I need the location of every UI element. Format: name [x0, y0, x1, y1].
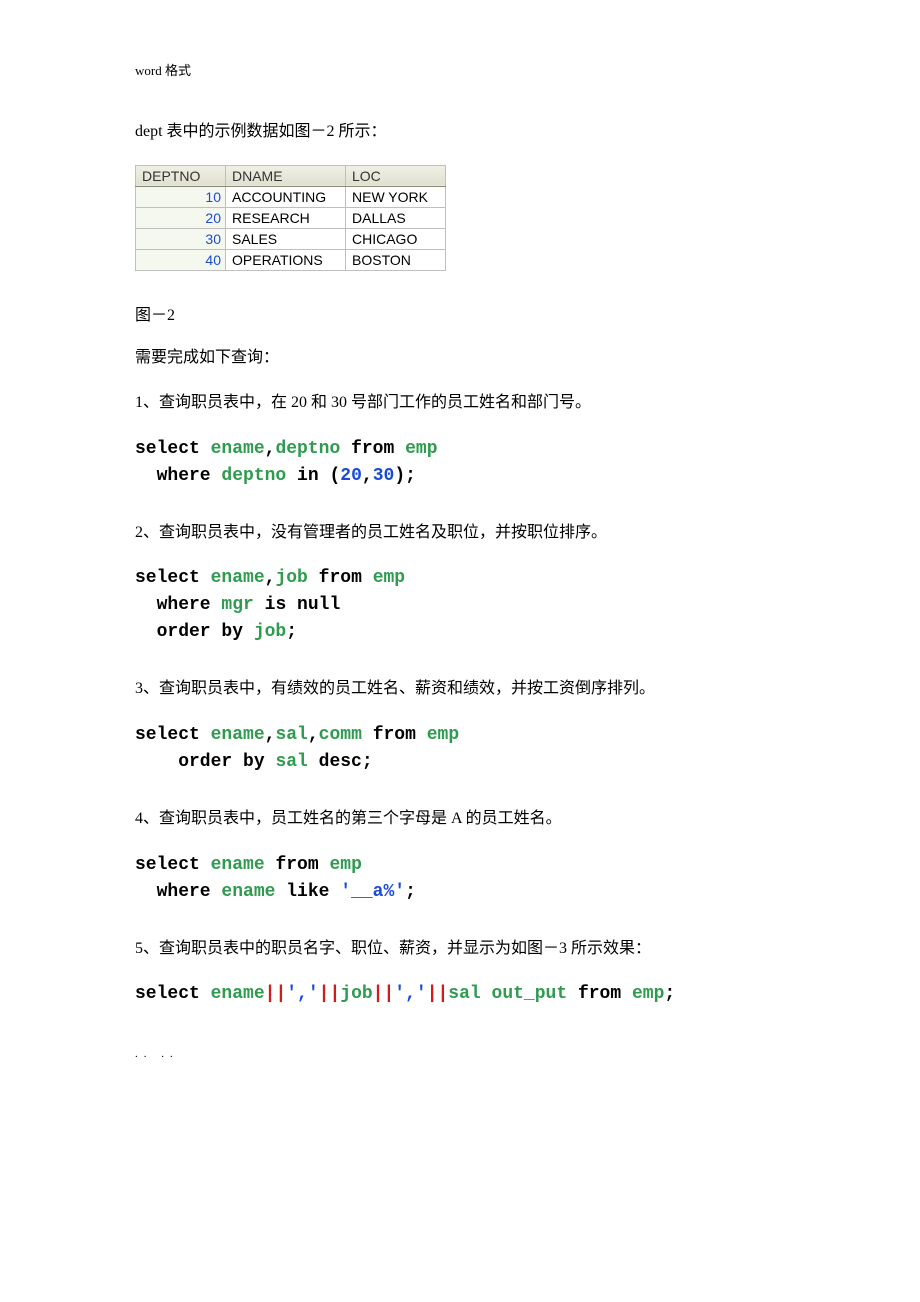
question-5: 5、查询职员表中的职员名字、职位、薪资，并显示为如图－3 所示效果：	[135, 936, 785, 962]
comma: ,	[265, 439, 276, 459]
cell-loc: BOSTON	[346, 249, 446, 270]
col-mgr: mgr	[221, 595, 253, 615]
code-block-4: select ename from emp where ename like '…	[135, 852, 785, 906]
cell-dname: ACCOUNTING	[226, 186, 346, 207]
table-header-row: DEPTNO DNAME LOC	[136, 165, 446, 186]
kw-where: where	[157, 882, 211, 902]
op-concat: ||	[373, 984, 395, 1004]
question-1: 1、查询职员表中，在 20 和 30 号部门工作的员工姓名和部门号。	[135, 390, 785, 416]
col-deptno: deptno	[275, 439, 340, 459]
cell-deptno: 20	[136, 207, 226, 228]
comma: ,	[362, 466, 373, 486]
rparen: )	[394, 466, 405, 486]
footer-dots: .. ..	[135, 1048, 785, 1060]
code-block-3: select ename,sal,comm from emp order by …	[135, 722, 785, 776]
lit-30: 30	[373, 466, 395, 486]
alias-outptut: out_put	[492, 984, 568, 1004]
kw-isnull: is null	[265, 595, 341, 615]
lparen: (	[329, 466, 340, 486]
op-concat: ||	[265, 984, 287, 1004]
op-concat: ||	[427, 984, 449, 1004]
header-note: word 格式	[135, 60, 785, 79]
kw-where: where	[157, 466, 211, 486]
kw-from: from	[578, 984, 621, 1004]
table-row: 40 OPERATIONS BOSTON	[136, 249, 446, 270]
col-sal: sal	[275, 752, 307, 772]
kw-from: from	[373, 725, 416, 745]
semi: ;	[664, 984, 675, 1004]
dept-table-wrap: DEPTNO DNAME LOC 10 ACCOUNTING NEW YORK …	[135, 165, 785, 271]
semi: ;	[405, 466, 416, 486]
code-block-2: select ename,job from emp where mgr is n…	[135, 565, 785, 646]
comma: ,	[308, 725, 319, 745]
col-job: job	[340, 984, 372, 1004]
col-sal: sal	[448, 984, 480, 1004]
col-ename: ename	[211, 855, 265, 875]
kw-select: select	[135, 439, 200, 459]
code-block-1: select ename,deptno from emp where deptn…	[135, 436, 785, 490]
comma: ,	[265, 568, 276, 588]
kw-from: from	[275, 855, 318, 875]
dept-table: DEPTNO DNAME LOC 10 ACCOUNTING NEW YORK …	[135, 165, 446, 271]
col-ename: ename	[211, 725, 265, 745]
question-4: 4、查询职员表中，员工姓名的第三个字母是 A 的员工姓名。	[135, 806, 785, 832]
lit-sep: ','	[394, 984, 426, 1004]
cell-dname: OPERATIONS	[226, 249, 346, 270]
kw-select: select	[135, 855, 200, 875]
col-ename: ename	[211, 984, 265, 1004]
kw-select: select	[135, 568, 200, 588]
cell-loc: NEW YORK	[346, 186, 446, 207]
cell-dname: SALES	[226, 228, 346, 249]
col-job: job	[275, 568, 307, 588]
cell-loc: CHICAGO	[346, 228, 446, 249]
table-row: 30 SALES CHICAGO	[136, 228, 446, 249]
semi: ;	[405, 882, 416, 902]
semi: ;	[286, 622, 297, 642]
col-deptno: deptno	[221, 466, 286, 486]
lit-pattern: '__a%'	[340, 882, 405, 902]
question-2: 2、查询职员表中，没有管理者的员工姓名及职位，并按职位排序。	[135, 520, 785, 546]
question-3: 3、查询职员表中，有绩效的员工姓名、薪资和绩效，并按工资倒序排列。	[135, 676, 785, 702]
col-header-loc: LOC	[346, 165, 446, 186]
lit-sep: ','	[286, 984, 318, 1004]
semi: ;	[362, 752, 373, 772]
col-sal: sal	[275, 725, 307, 745]
kw-in: in	[297, 466, 319, 486]
tbl-emp: emp	[405, 439, 437, 459]
op-concat: ||	[319, 984, 341, 1004]
kw-like: like	[286, 882, 329, 902]
table-row: 10 ACCOUNTING NEW YORK	[136, 186, 446, 207]
cell-loc: DALLAS	[346, 207, 446, 228]
kw-desc: desc	[319, 752, 362, 772]
tbl-emp: emp	[329, 855, 361, 875]
kw-select: select	[135, 984, 200, 1004]
tbl-emp: emp	[373, 568, 405, 588]
kw-from: from	[351, 439, 394, 459]
col-ename: ename	[211, 439, 265, 459]
col-ename: ename	[211, 568, 265, 588]
figure-caption: 图－2	[135, 301, 785, 325]
kw-orderby: order by	[157, 622, 243, 642]
cell-deptno: 10	[136, 186, 226, 207]
col-comm: comm	[319, 725, 362, 745]
cell-dname: RESEARCH	[226, 207, 346, 228]
tbl-emp: emp	[632, 984, 664, 1004]
kw-where: where	[157, 595, 211, 615]
intro-text: dept 表中的示例数据如图－2 所示：	[135, 119, 785, 145]
comma: ,	[265, 725, 276, 745]
table-row: 20 RESEARCH DALLAS	[136, 207, 446, 228]
col-ename: ename	[221, 882, 275, 902]
lit-20: 20	[340, 466, 362, 486]
col-header-deptno: DEPTNO	[136, 165, 226, 186]
kw-from: from	[319, 568, 362, 588]
col-header-dname: DNAME	[226, 165, 346, 186]
tbl-emp: emp	[427, 725, 459, 745]
col-job: job	[254, 622, 286, 642]
code-block-5: select ename||','||job||','||sal out_put…	[135, 981, 785, 1008]
cell-deptno: 30	[136, 228, 226, 249]
kw-orderby: order by	[178, 752, 264, 772]
kw-select: select	[135, 725, 200, 745]
cell-deptno: 40	[136, 249, 226, 270]
subheading: 需要完成如下查询：	[135, 345, 785, 371]
